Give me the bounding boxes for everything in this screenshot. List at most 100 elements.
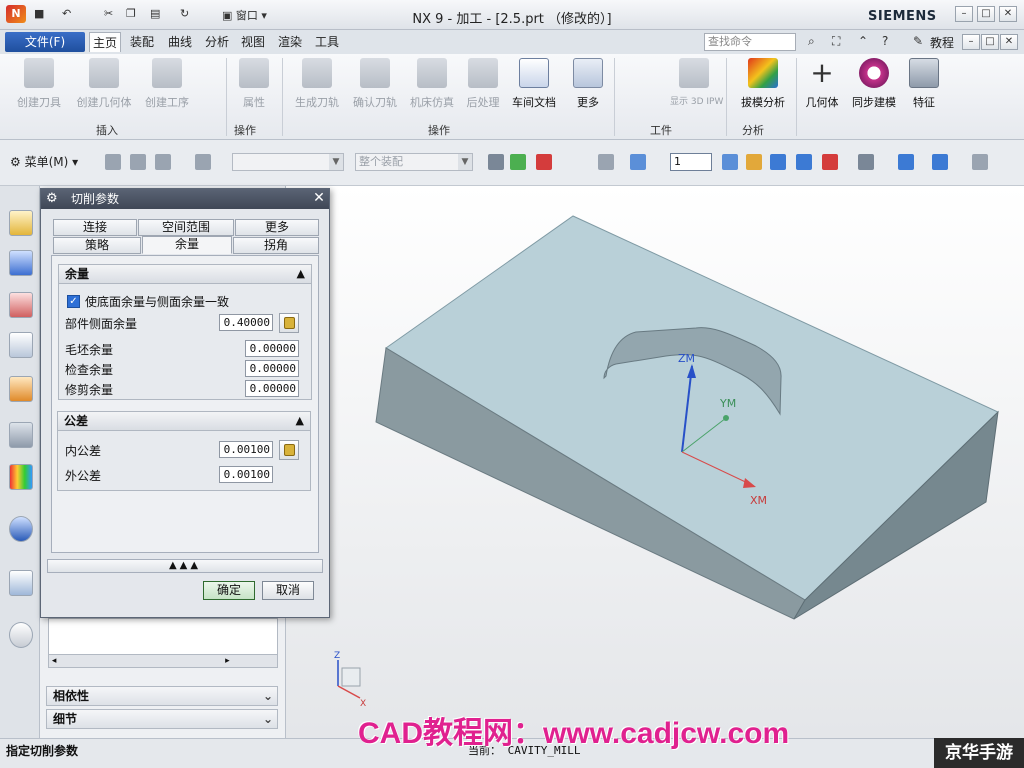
tutorial-icon[interactable]: ✎ xyxy=(913,34,923,48)
same-stock-checkbox[interactable]: ✓ xyxy=(67,295,80,308)
trim-stock-input[interactable]: 0.00000 xyxy=(245,380,299,397)
tab-corners[interactable]: 拐角 xyxy=(233,237,319,254)
display-3d-ipw-icon xyxy=(679,58,709,88)
tolerance-lock-button[interactable] xyxy=(279,440,299,460)
tab-more[interactable]: 更多 xyxy=(235,219,319,236)
search-icon[interactable]: ⌕ xyxy=(808,34,815,49)
dependencies-section[interactable]: 相依性 ⌄ xyxy=(46,686,278,706)
navigator-scrollbar[interactable]: ◂ ▸ xyxy=(48,654,278,668)
gear-icon[interactable]: ⚙ xyxy=(46,191,58,206)
site-watermark: CAD教程网：www.cadjcw.com xyxy=(358,717,790,750)
assembly-scope-combo[interactable]: 整个装配 ▼ xyxy=(355,153,473,171)
draft-analysis-button[interactable]: 拔模分析 xyxy=(734,58,792,118)
more-button[interactable]: 更多 xyxy=(570,58,606,118)
reuse-library-icon[interactable] xyxy=(9,422,33,448)
navigator-list[interactable] xyxy=(48,618,278,658)
create-tool-button[interactable]: 创建刀具 xyxy=(12,58,66,118)
assembly-navigator-icon[interactable] xyxy=(9,210,33,236)
tab-view[interactable]: 视图 xyxy=(238,32,268,52)
pan-icon[interactable] xyxy=(796,154,812,170)
tolerance-section-header[interactable]: 公差 ▲ xyxy=(57,411,311,431)
doc-minimize-button[interactable]: – xyxy=(962,34,980,50)
constraint-navigator-icon[interactable] xyxy=(9,250,33,276)
tab-stock[interactable]: 余量 xyxy=(142,236,232,254)
close-window-button[interactable]: ✕ xyxy=(999,6,1017,22)
verify-toolpath-icon xyxy=(360,58,390,88)
info-icon[interactable] xyxy=(9,516,33,542)
snap-midpoint-icon[interactable] xyxy=(155,154,171,170)
fit-window-icon[interactable]: ⛶ xyxy=(832,34,840,49)
tab-connect[interactable]: 连接 xyxy=(53,219,137,236)
curve-rule-icon[interactable] xyxy=(598,154,614,170)
select-face-icon[interactable] xyxy=(510,154,526,170)
part-side-stock-lock-button[interactable] xyxy=(279,313,299,333)
ok-button[interactable]: 确定 xyxy=(203,581,255,600)
orient-view-icon[interactable] xyxy=(858,154,874,170)
graphics-window[interactable]: ZM YM XM Z X xyxy=(286,186,1024,738)
dialog-title[interactable]: 切削参数 xyxy=(41,189,329,209)
outtol-input[interactable]: 0.00100 xyxy=(219,466,273,483)
web-browser-icon[interactable] xyxy=(9,570,33,596)
part-side-stock-input[interactable]: 0.40000 xyxy=(219,314,273,331)
intol-input[interactable]: 0.00100 xyxy=(219,441,273,458)
tab-home[interactable]: 主页 xyxy=(89,32,122,52)
layer-settings-icon[interactable] xyxy=(932,154,948,170)
generate-toolpath-button[interactable]: 生成刀轨 xyxy=(290,58,344,118)
geometry-button[interactable]: + 几何体 xyxy=(800,58,844,118)
part-navigator-icon[interactable] xyxy=(9,292,33,318)
zoom-window-icon[interactable] xyxy=(722,154,738,170)
snap-icon[interactable] xyxy=(105,154,121,170)
machine-simulation-button[interactable]: 机床仿真 xyxy=(405,58,459,118)
tutorial-link[interactable]: 教程 xyxy=(930,34,954,51)
cancel-button[interactable]: 取消 xyxy=(262,581,314,600)
minimize-button[interactable]: – xyxy=(955,6,973,22)
select-body-icon[interactable] xyxy=(536,154,552,170)
create-operation-button[interactable]: 创建工序 xyxy=(140,58,194,118)
doc-restore-button[interactable]: □ xyxy=(981,34,999,50)
chevron-down-icon: ⌄ xyxy=(262,689,273,703)
operation-navigator-icon[interactable] xyxy=(9,332,33,358)
stock-section-header[interactable]: 余量 ▲ xyxy=(58,264,312,284)
create-geometry-button[interactable]: 创建几何体 xyxy=(72,58,136,118)
rotate-icon[interactable] xyxy=(770,154,786,170)
tab-curve[interactable]: 曲线 xyxy=(165,32,195,52)
tab-tools[interactable]: 工具 xyxy=(312,32,342,52)
properties-button[interactable]: 属性 xyxy=(232,58,276,118)
doc-close-button[interactable]: ✕ xyxy=(1000,34,1018,50)
view-cube-icon[interactable] xyxy=(898,154,914,170)
menu-button[interactable]: ⚙ 菜单(M) ▾ xyxy=(10,153,78,170)
tab-spatial-range[interactable]: 空间范围 xyxy=(138,219,234,236)
shop-documentation-button[interactable]: 车间文档 xyxy=(507,58,561,118)
feature-button[interactable]: 特征 xyxy=(904,58,944,118)
command-search-input[interactable]: 查找命令 xyxy=(704,33,796,51)
file-menu-tab[interactable]: 文件(F) xyxy=(5,32,85,52)
work-layer-combo[interactable]: 1 xyxy=(670,153,712,171)
check-stock-input[interactable]: 0.00000 xyxy=(245,360,299,377)
postprocess-button[interactable]: 后处理 xyxy=(462,58,504,118)
toolbar-options-icon[interactable] xyxy=(972,154,988,170)
verify-toolpath-button[interactable]: 确认刀轨 xyxy=(348,58,402,118)
sync-modeling-button[interactable]: 同步建模 xyxy=(846,58,902,118)
help-icon[interactable]: ? xyxy=(882,34,888,48)
solid-cube-icon[interactable] xyxy=(630,154,646,170)
maximize-button[interactable]: □ xyxy=(977,6,995,22)
history-clock-icon[interactable] xyxy=(9,622,33,648)
tab-assembly[interactable]: 装配 xyxy=(127,32,157,52)
snap-center-icon[interactable] xyxy=(195,154,211,170)
zoom-icon[interactable] xyxy=(746,154,762,170)
tab-strategy[interactable]: 策略 xyxy=(53,237,141,254)
close-icon[interactable]: ✕ xyxy=(311,190,327,207)
display-3d-ipw-button[interactable]: 显示 3D IPW xyxy=(670,58,723,118)
expand-dialog-button[interactable]: ▲▲▲ xyxy=(47,559,323,573)
select-filter-icon[interactable] xyxy=(488,154,504,170)
render-style-icon[interactable] xyxy=(822,154,838,170)
tab-analysis[interactable]: 分析 xyxy=(202,32,232,52)
details-section[interactable]: 细节 ⌄ xyxy=(46,709,278,729)
type-filter-combo[interactable]: ▼ xyxy=(232,153,344,171)
machine-tool-navigator-icon[interactable] xyxy=(9,376,33,402)
ribbon-collapse-icon[interactable]: ⌃ xyxy=(858,34,868,48)
palette-icon[interactable] xyxy=(9,464,33,490)
blank-stock-input[interactable]: 0.00000 xyxy=(245,340,299,357)
tab-render[interactable]: 渲染 xyxy=(275,32,305,52)
snap-endpoint-icon[interactable] xyxy=(130,154,146,170)
